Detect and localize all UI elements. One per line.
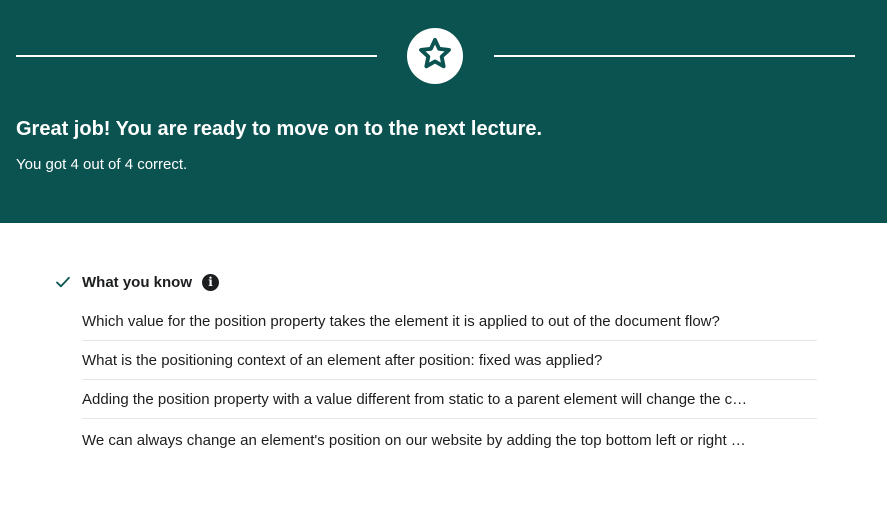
- divider-right: [494, 55, 855, 57]
- result-headline: Great job! You are ready to move on to t…: [16, 118, 543, 140]
- question-list: Which value for the position property ta…: [82, 302, 817, 461]
- question-item: Which value for the position property ta…: [82, 302, 817, 341]
- what-you-know-header: What you know i: [54, 272, 219, 292]
- question-item: Adding the position property with a valu…: [82, 380, 817, 419]
- score-summary: You got 4 out of 4 correct.: [16, 156, 188, 173]
- check-icon: [54, 273, 72, 291]
- question-item: What is the positioning context of an el…: [82, 341, 817, 380]
- star-badge: [407, 28, 463, 84]
- result-banner: Great job! You are ready to move on to t…: [0, 0, 887, 223]
- question-text: Adding the position property with a valu…: [82, 390, 748, 408]
- question-item: We can always change an element's positi…: [82, 419, 817, 461]
- divider-left: [16, 55, 377, 57]
- star-icon: [417, 36, 453, 77]
- section-title: What you know: [82, 273, 192, 291]
- question-text: Which value for the position property ta…: [82, 312, 720, 330]
- question-text: We can always change an element's positi…: [82, 431, 746, 449]
- info-icon[interactable]: i: [202, 273, 219, 291]
- question-text: What is the positioning context of an el…: [82, 351, 603, 369]
